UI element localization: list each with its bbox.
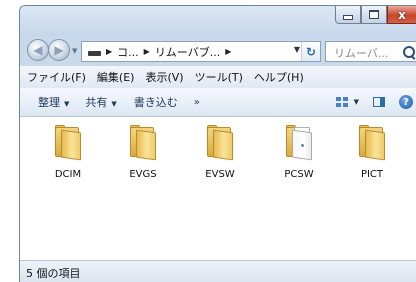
search-icon[interactable]: [403, 46, 415, 58]
forward-button[interactable]: ▶: [48, 39, 70, 61]
chevron-right-icon[interactable]: ▶: [144, 47, 150, 56]
caption-buttons: x: [335, 6, 416, 24]
menu-help[interactable]: ヘルプ(H): [247, 69, 308, 85]
document-folder-icon: [284, 125, 314, 161]
refresh-icon: ↻: [305, 44, 317, 59]
close-icon: x: [398, 7, 406, 22]
menu-edit[interactable]: 編集(E): [90, 69, 139, 85]
breadcrumb-removable-drive[interactable]: リムーバブ...: [155, 44, 220, 60]
item-name: EVGS: [129, 169, 157, 180]
burn-button[interactable]: 書き込む: [117, 94, 178, 110]
more-commands-button[interactable]: »: [178, 97, 200, 108]
removable-drive-icon: [88, 51, 101, 56]
explorer-window: x ◀ ▶ ▼ ▶ コ... ▶ リムーバブ... ▶ ▼ ↻ リムーバ... …: [19, 5, 416, 282]
title-bar[interactable]: x: [20, 6, 416, 36]
chevron-down-icon[interactable]: ▼: [354, 98, 359, 106]
command-bar: 整理 ▼ 共有 ▼ 書き込む » ▼ ?: [20, 88, 416, 117]
share-label: 共有: [85, 96, 108, 109]
list-item[interactable]: PCSW: [267, 125, 331, 180]
forward-arrow-icon: ▶: [54, 43, 64, 57]
back-button[interactable]: ◀: [27, 39, 49, 61]
folder-icon: [53, 125, 83, 161]
help-icon[interactable]: ?: [399, 95, 413, 109]
item-name: PICT: [360, 169, 384, 180]
chevron-right-icon[interactable]: ▶: [106, 47, 112, 56]
list-item[interactable]: PICT: [340, 125, 404, 180]
list-item[interactable]: DCIM: [36, 125, 100, 180]
organize-button[interactable]: 整理 ▼: [20, 94, 69, 110]
menu-tools[interactable]: ツール(T): [188, 69, 247, 85]
change-view-icon[interactable]: [335, 97, 348, 107]
search-box[interactable]: リムーバ...: [325, 41, 416, 62]
minimize-icon: [343, 14, 353, 20]
preview-pane-icon[interactable]: [373, 97, 385, 107]
menu-bar: ファイル(F) 編集(E) 表示(V) ツール(T) ヘルプ(H): [20, 66, 416, 89]
menu-view[interactable]: 表示(V): [138, 69, 187, 85]
folder-icon: [128, 125, 158, 161]
address-history-dropdown[interactable]: ▼: [294, 45, 300, 54]
item-name: DCIM: [54, 169, 82, 180]
maximize-icon: [369, 10, 379, 19]
close-button[interactable]: x: [387, 6, 416, 24]
navigation-row: ◀ ▶ ▼ ▶ コ... ▶ リムーバブ... ▶ ▼ ↻ リムーバ...: [20, 36, 416, 66]
burn-label: 書き込む: [133, 96, 178, 109]
chevron-right-icon[interactable]: ▶: [225, 47, 231, 56]
breadcrumb-computer[interactable]: コ...: [117, 44, 139, 60]
share-button[interactable]: 共有 ▼: [69, 94, 116, 110]
recent-pages-dropdown[interactable]: ▼: [72, 47, 77, 55]
address-bar[interactable]: ▶ コ... ▶ リムーバブ... ▶ ▼ ↻: [81, 41, 321, 62]
folder-icon: [205, 125, 235, 161]
folder-icon: [357, 125, 387, 161]
menu-file[interactable]: ファイル(F): [20, 69, 90, 85]
search-placeholder: リムーバ...: [334, 47, 389, 60]
back-arrow-icon: ◀: [33, 43, 43, 57]
minimize-button[interactable]: [335, 6, 361, 24]
item-name: EVSW: [205, 169, 235, 180]
item-name: PCSW: [284, 169, 314, 180]
file-list-pane[interactable]: DCIM EVGS EVSW PCSW PICT: [20, 117, 416, 260]
list-item[interactable]: EVGS: [111, 125, 175, 180]
organize-label: 整理: [38, 96, 60, 109]
status-bar: 5 個の項目: [20, 260, 416, 282]
command-bar-right: ▼ ?: [335, 88, 416, 116]
refresh-button[interactable]: ↻: [301, 42, 320, 61]
list-item[interactable]: EVSW: [188, 125, 252, 180]
maximize-button[interactable]: [361, 6, 387, 24]
item-count: 5 個の項目: [26, 266, 81, 280]
